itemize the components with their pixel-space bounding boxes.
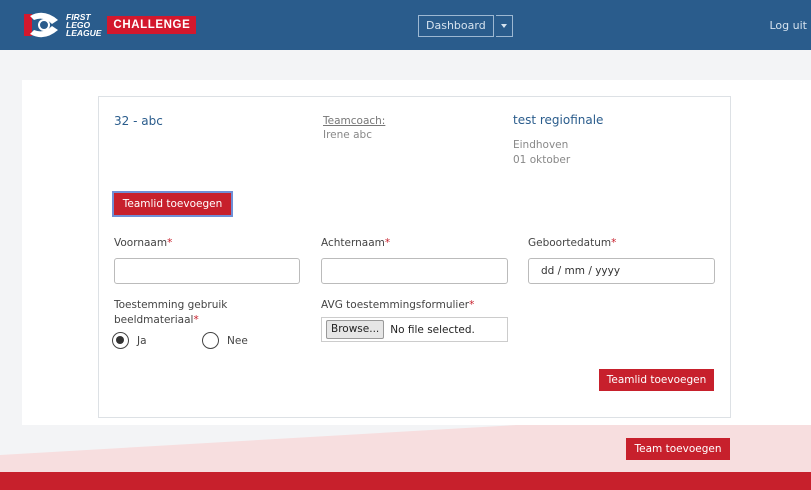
avg-file-input[interactable]: Browse... No file selected. xyxy=(321,317,508,342)
birthdate-label-text: Geboortedatum xyxy=(528,237,612,249)
chevron-down-icon xyxy=(500,24,507,28)
birthdate-input[interactable]: dd / mm / yyyy xyxy=(528,258,715,284)
logo-line-league: LEAGUE xyxy=(66,28,102,38)
avg-form-label-text: AVG toestemmingsformulier xyxy=(321,299,470,311)
consent-label-line1: Toestemming gebruik xyxy=(114,299,228,311)
last-name-input[interactable] xyxy=(321,258,508,284)
logo-wordmark: FIRST LEGO LEAGUE xyxy=(66,13,102,38)
consent-label-line2: beeldmateriaal xyxy=(114,314,194,326)
required-mark: * xyxy=(167,237,173,249)
last-name-label-text: Achternaam xyxy=(321,237,385,249)
first-name-input[interactable] xyxy=(114,258,300,284)
team-name[interactable]: 32 - abc xyxy=(114,114,163,128)
top-navbar: FIRST LEGO LEAGUE CHALLENGE Dashboard Lo… xyxy=(0,0,811,50)
required-mark: * xyxy=(384,237,391,249)
avg-form-label: AVG toestemmingsformulier* xyxy=(321,298,474,313)
coach-label: Teamcoach: xyxy=(323,115,386,127)
event-title: test regiofinale xyxy=(513,113,604,127)
consent-yes-radio[interactable] xyxy=(112,332,129,349)
dashboard-caret-button[interactable] xyxy=(495,15,513,37)
dashboard-button[interactable]: Dashboard xyxy=(418,15,494,37)
first-name-label: Voornaam* xyxy=(114,236,172,251)
coach-name: Irene abc xyxy=(323,129,372,141)
event-city: Eindhoven xyxy=(513,139,569,151)
last-name-label: Achternaam* xyxy=(321,236,390,251)
dashboard-dropdown[interactable]: Dashboard xyxy=(418,15,513,37)
consent-label: Toestemming gebruik beeldmateriaal* xyxy=(114,298,227,328)
logo-mark-icon xyxy=(22,10,62,40)
required-mark: * xyxy=(611,237,617,249)
add-member-toggle-button[interactable]: Teamlid toevoegen xyxy=(112,191,233,217)
add-team-button[interactable]: Team toevoegen xyxy=(626,438,730,460)
consent-no-radio[interactable] xyxy=(202,332,219,349)
consent-no-label[interactable]: Nee xyxy=(227,334,248,349)
required-mark: * xyxy=(193,314,199,326)
required-mark: * xyxy=(469,299,475,311)
first-name-label-text: Voornaam xyxy=(114,237,168,249)
add-member-submit-button[interactable]: Teamlid toevoegen xyxy=(599,369,714,391)
file-status: No file selected. xyxy=(390,323,475,336)
consent-yes-label[interactable]: Ja xyxy=(137,334,147,349)
consent-label-line2-wrap: beeldmateriaal* xyxy=(114,313,227,328)
logout-link[interactable]: Log uit xyxy=(770,19,808,32)
browse-button[interactable]: Browse... xyxy=(326,320,385,339)
birthdate-label: Geboortedatum* xyxy=(528,236,616,251)
event-date: 01 oktober xyxy=(513,154,571,166)
challenge-badge: CHALLENGE xyxy=(107,16,197,34)
first-lego-league-logo[interactable]: FIRST LEGO LEAGUE CHALLENGE xyxy=(22,10,197,40)
